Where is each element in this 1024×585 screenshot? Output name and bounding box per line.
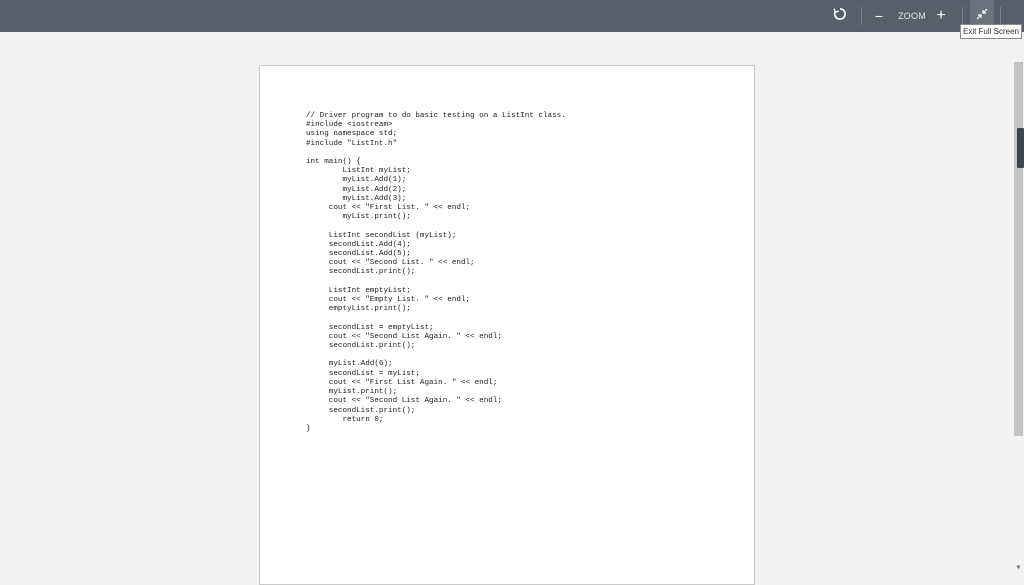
zoom-out-button[interactable]: −: [870, 0, 888, 32]
zoom-in-button[interactable]: +: [932, 0, 950, 32]
document-page: // Driver program to do basic testing on…: [259, 65, 755, 585]
rotate-icon: [833, 7, 847, 26]
toolbar-separator: [1000, 7, 1001, 25]
scroll-down-icon[interactable]: ▼: [1013, 562, 1024, 574]
scrollbar-grip[interactable]: [1017, 128, 1024, 168]
rotate-button[interactable]: [828, 0, 852, 32]
exit-fullscreen-tooltip: Exit Full Screen: [960, 24, 1022, 39]
zoom-label: ZOOM: [898, 11, 926, 21]
plus-icon: +: [936, 7, 946, 24]
code-listing: // Driver program to do basic testing on…: [306, 112, 566, 433]
exit-fullscreen-icon: [976, 7, 988, 25]
scrollbar-thumb[interactable]: [1014, 62, 1023, 436]
toolbar-separator: [861, 7, 862, 25]
toolbar-separator: [962, 7, 963, 25]
minus-icon: −: [874, 8, 884, 24]
viewer-toolbar: − ZOOM +: [0, 0, 1024, 32]
